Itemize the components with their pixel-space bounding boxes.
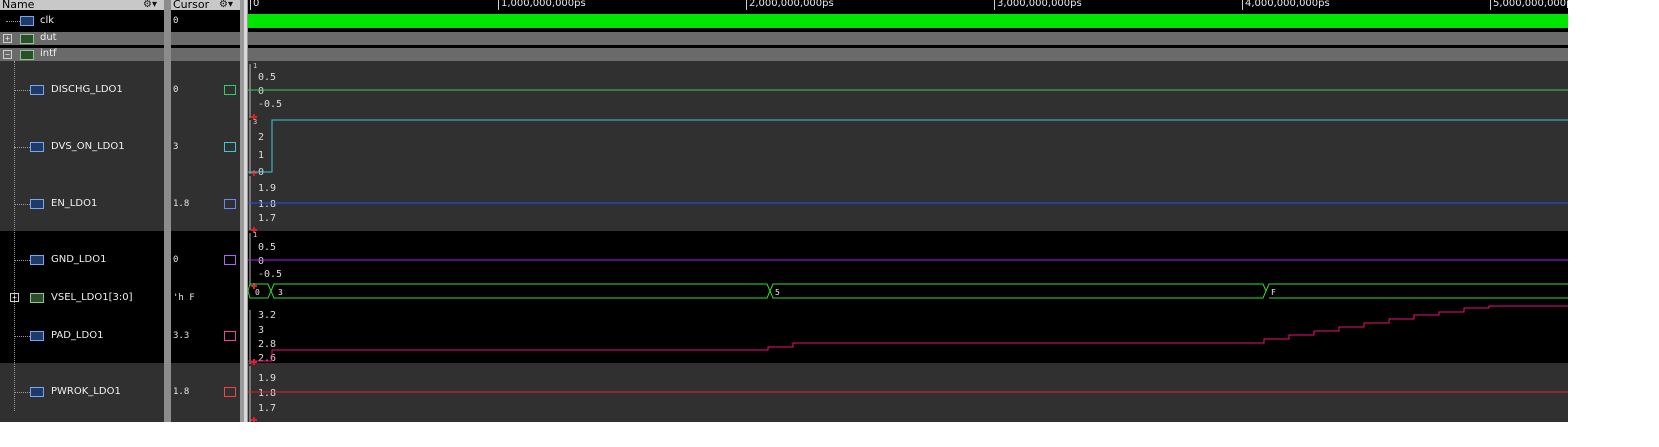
- axis-tick-label: 1.8: [258, 388, 276, 399]
- ruler-tick-0: 0: [250, 0, 259, 10]
- cursor-value-pane: 0 0 3 1.8 0 'h F 3.3 1.8: [171, 10, 240, 422]
- ruler-tick-2: 2,000,000,000ps: [746, 0, 834, 10]
- axis-tick-label: 1.7: [258, 403, 276, 414]
- cursor-value-dischg-ldo1: 0: [173, 85, 179, 95]
- axis-tick-label: 3: [253, 118, 257, 126]
- signal-row-pad-ldo1[interactable]: PAD_LDO1: [0, 324, 164, 348]
- cursor-value-en-ldo1: 1.8: [173, 199, 190, 209]
- group-row-intf[interactable]: − intf: [0, 48, 164, 61]
- waveform-pane[interactable]: 1 0.5 0 -0.5 3 2 1 0 1.9 1.8 1.7 1 0.5 0…: [247, 10, 1568, 422]
- analog-format-icon[interactable]: [224, 331, 236, 341]
- signal-name: clk: [40, 15, 55, 26]
- group-name: intf: [40, 48, 57, 59]
- analog-signal-icon: [30, 199, 44, 209]
- cursor-value-pad-ldo1: 3.3: [173, 331, 190, 341]
- analog-format-icon[interactable]: [224, 255, 236, 265]
- analog-format-icon[interactable]: [224, 199, 236, 209]
- name-column-settings-icon[interactable]: ⚙▾: [143, 0, 157, 10]
- cursor-value-pwrok-ldo1: 1.8: [173, 387, 190, 397]
- signal-row-en-ldo1[interactable]: EN_LDO1: [0, 192, 164, 216]
- analog-signal-icon: [30, 387, 44, 397]
- expand-icon[interactable]: +: [3, 34, 12, 43]
- axis-tick-label: 1: [258, 150, 264, 161]
- signal-row-gnd-ldo1[interactable]: GND_LDO1: [0, 248, 164, 272]
- axis-tick-label: 1.9: [258, 183, 276, 194]
- analog-signal-icon: [30, 331, 44, 341]
- axis-tick-label: 0.5: [258, 72, 276, 83]
- waveform-canvas[interactable]: 1 0.5 0 -0.5 3 2 1 0 1.9 1.8 1.7 1 0.5 0…: [247, 10, 1568, 422]
- analog-signal-icon: [30, 255, 44, 265]
- expand-icon[interactable]: +: [10, 293, 19, 302]
- signal-row-dvs-on-ldo1[interactable]: DVS_ON_LDO1: [0, 135, 164, 159]
- bus-segment-label: 5: [775, 288, 780, 297]
- signal-row-vsel-ldo1[interactable]: + VSEL_LDO1[3:0]: [0, 286, 164, 310]
- axis-tick-label: -0.5: [258, 269, 282, 280]
- group-icon: [20, 34, 34, 44]
- cursor-value-gnd-ldo1: 0: [173, 255, 179, 265]
- signal-name-pane: clk + dut − intf DISCHG_LDO1 DVS_ON_LDO1: [0, 10, 164, 422]
- axis-tick-label: 2: [258, 132, 264, 143]
- analog-format-icon[interactable]: [224, 387, 236, 397]
- axis-tick-label: 2.8: [258, 339, 276, 350]
- signal-name: EN_LDO1: [51, 198, 98, 209]
- signal-name: GND_LDO1: [51, 254, 107, 265]
- ruler-tick-4: 4,000,000,000ps: [1242, 0, 1330, 10]
- axis-tick-label: 1.9: [258, 373, 276, 384]
- name-pane-splitter[interactable]: [164, 0, 171, 422]
- waveform-viewer: Name ⚙▾ Cursor ⚙▾ 0 1,000,000,000ps 2,00…: [0, 0, 1568, 422]
- axis-tick-label: 0: [258, 256, 264, 267]
- analog-format-icon[interactable]: [224, 142, 236, 152]
- axis-tick-label: 0.5: [258, 242, 276, 253]
- time-cursor[interactable]: [244, 0, 247, 422]
- signal-row-pwrok-ldo1[interactable]: PWROK_LDO1: [0, 380, 164, 404]
- signal-name: VSEL_LDO1[3:0]: [51, 292, 133, 303]
- signal-icon: [20, 16, 34, 26]
- axis-tick-label: 0: [258, 86, 264, 97]
- axis-tick-label: 3.2: [258, 310, 276, 321]
- axis-tick-label: 1: [253, 62, 257, 70]
- axis-tick-label: 1: [253, 231, 257, 239]
- name-header-label: Name: [2, 0, 35, 10]
- signal-name: DVS_ON_LDO1: [51, 141, 125, 152]
- cursor-column-settings-icon[interactable]: ⚙▾: [219, 0, 233, 10]
- signal-name: PAD_LDO1: [51, 330, 104, 341]
- ruler-tick-3: 3,000,000,000ps: [994, 0, 1082, 10]
- group-icon: [20, 50, 34, 60]
- axis-tick-label: 1.7: [258, 213, 276, 224]
- bus-segment-label: 3: [278, 288, 283, 297]
- cursor-value-dvs-on-ldo1: 3: [173, 142, 179, 152]
- time-ruler[interactable]: 0 1,000,000,000ps 2,000,000,000ps 3,000,…: [248, 0, 1568, 10]
- signal-name: DISCHG_LDO1: [51, 84, 123, 95]
- name-column-header[interactable]: Name: [0, 0, 165, 10]
- bus-segment-label: F: [1271, 288, 1276, 297]
- analog-format-icon[interactable]: [224, 85, 236, 95]
- analog-signal-icon: [30, 142, 44, 152]
- group-row-dut[interactable]: + dut: [0, 32, 164, 45]
- signal-row-dischg-ldo1[interactable]: DISCHG_LDO1: [0, 78, 164, 102]
- cursor-value-vsel-ldo1: 'h F: [173, 293, 195, 303]
- group-name: dut: [40, 32, 57, 43]
- clk-waveform[interactable]: [248, 14, 1568, 28]
- ruler-tick-1: 1,000,000,000ps: [498, 0, 586, 10]
- analog-signal-icon: [30, 85, 44, 95]
- signal-row-clk[interactable]: clk: [0, 10, 164, 32]
- collapse-icon[interactable]: −: [3, 50, 12, 59]
- signal-name: PWROK_LDO1: [51, 386, 121, 397]
- axis-tick-label: 2.6: [258, 353, 276, 364]
- ruler-tick-5: 5,000,000,000ps: [1490, 0, 1568, 10]
- axis-tick-label: -0.5: [258, 99, 282, 110]
- cursor-header-label: Cursor: [173, 0, 210, 10]
- cursor-value-clk: 0: [173, 16, 179, 26]
- axis-tick-label: 1.8: [258, 199, 276, 210]
- axis-tick-label: 3: [258, 325, 264, 336]
- bus-icon: [30, 293, 44, 303]
- bus-segment-label: 0: [255, 288, 260, 297]
